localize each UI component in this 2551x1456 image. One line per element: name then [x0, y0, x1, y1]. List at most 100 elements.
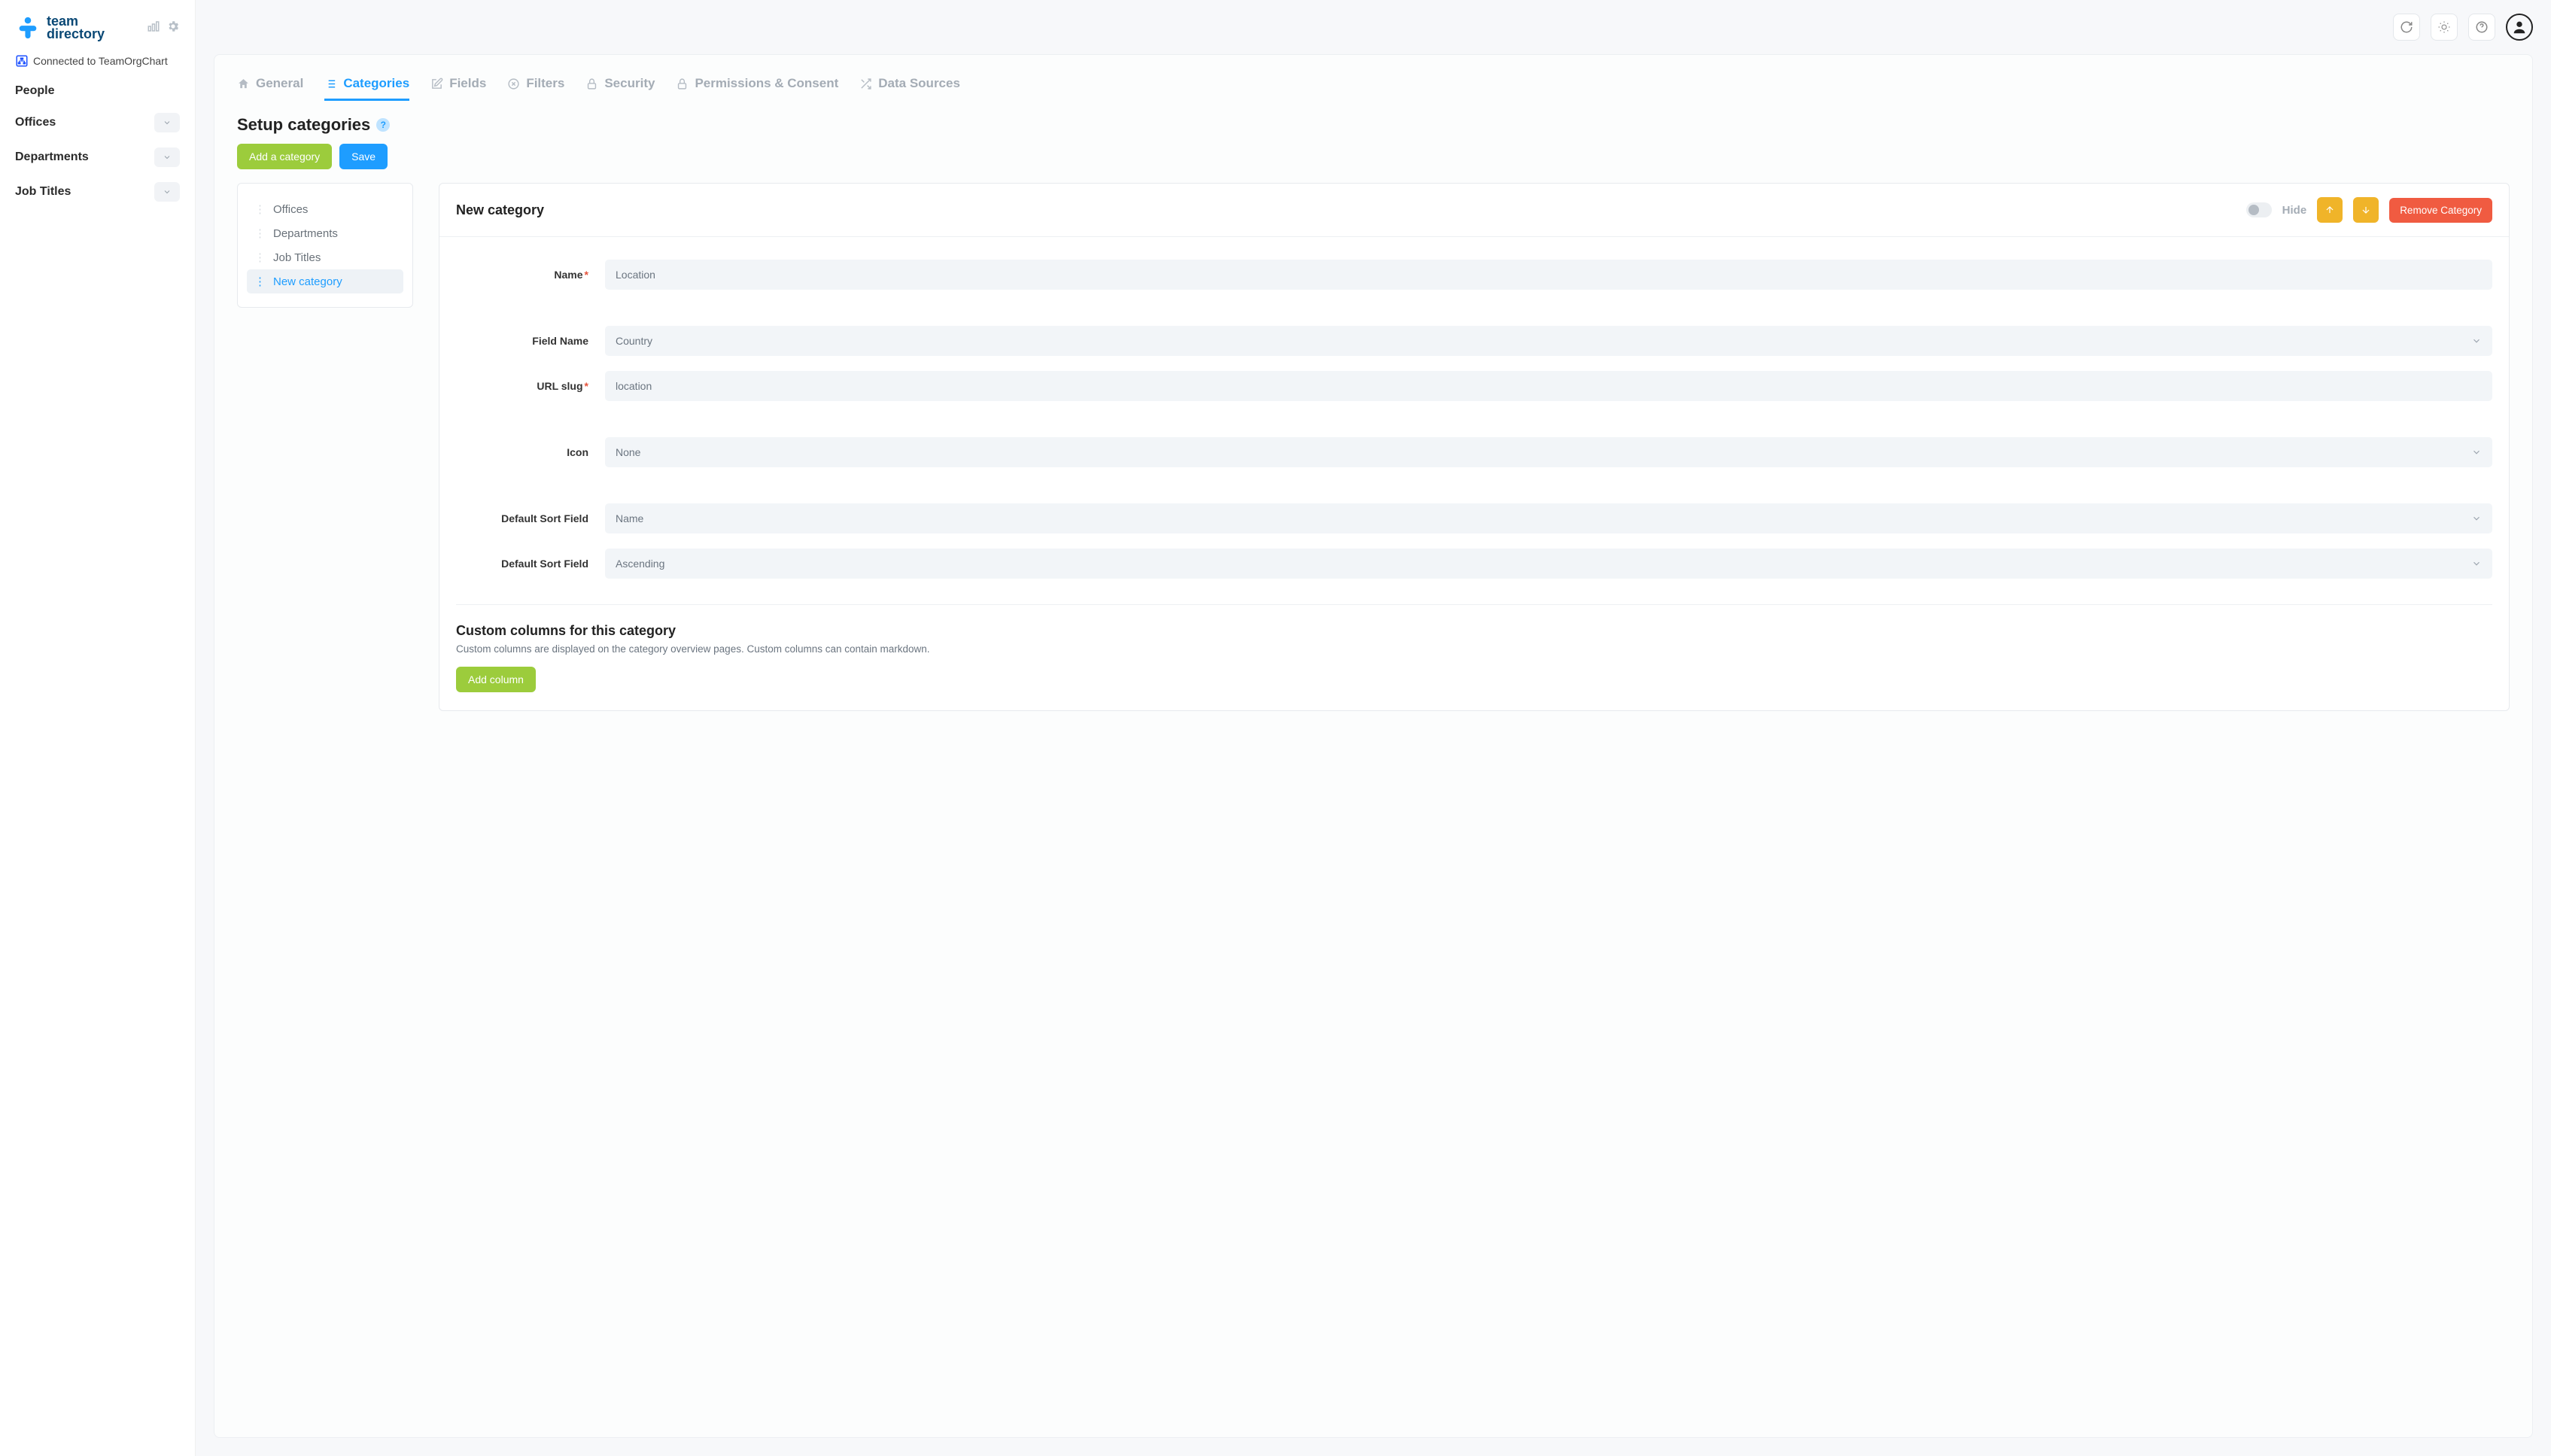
sort-dir-select[interactable]: Ascending — [605, 549, 2492, 579]
avatar-button[interactable] — [2506, 14, 2533, 41]
grip-icon: ⋮ — [254, 251, 266, 264]
tab-label: Fields — [449, 76, 486, 91]
gear-icon[interactable] — [166, 20, 180, 37]
lock-icon — [676, 78, 689, 90]
home-icon — [237, 78, 250, 90]
brand-name: team directory — [47, 15, 105, 41]
chevron-down-icon — [2471, 336, 2482, 346]
sidebar-item-job-titles[interactable]: Job Titles — [15, 176, 180, 208]
category-item-label: Departments — [273, 227, 338, 240]
tab-label: Permissions & Consent — [695, 76, 838, 91]
icon-select[interactable]: None — [605, 437, 2492, 467]
tab-label: Filters — [526, 76, 564, 91]
select-value: Ascending — [616, 558, 664, 570]
fieldname-select[interactable]: Country — [605, 326, 2492, 356]
select-value: Name — [616, 512, 643, 524]
remove-category-button[interactable]: Remove Category — [2389, 198, 2492, 223]
select-value: Country — [616, 335, 652, 347]
sort-field-select[interactable]: Name — [605, 503, 2492, 533]
tab-categories[interactable]: Categories — [324, 73, 409, 101]
save-button[interactable]: Save — [339, 144, 388, 169]
category-item-label: Offices — [273, 203, 308, 216]
category-item-job-titles[interactable]: ⋮ Job Titles — [247, 245, 403, 269]
shuffle-icon — [859, 78, 872, 90]
sidebar-item-departments[interactable]: Departments — [15, 141, 180, 173]
chevron-down-icon — [2471, 558, 2482, 569]
category-item-label: New category — [273, 275, 342, 288]
add-column-button[interactable]: Add column — [456, 667, 536, 692]
tab-label: Data Sources — [878, 76, 960, 91]
help-icon[interactable]: ? — [376, 118, 390, 132]
orgchart-icon — [15, 54, 29, 68]
grip-icon: ⋮ — [254, 275, 266, 288]
hide-toggle[interactable] — [2246, 202, 2272, 217]
sidebar-item-label: Departments — [15, 150, 89, 164]
move-up-button[interactable] — [2317, 197, 2343, 223]
tab-filters[interactable]: Filters — [507, 73, 564, 101]
url-slug-input[interactable] — [605, 371, 2492, 401]
sidebar-item-label: Job Titles — [15, 185, 71, 199]
chevron-down-icon — [2471, 447, 2482, 457]
sort-field-label: Default Sort Field — [456, 512, 588, 524]
grip-icon: ⋮ — [254, 202, 266, 216]
sidebar-item-offices[interactable]: Offices — [15, 107, 180, 138]
form-header: New category Hide Remove Category — [439, 184, 2509, 237]
category-item-offices[interactable]: ⋮ Offices — [247, 197, 403, 221]
category-list: ⋮ Offices ⋮ Departments ⋮ Job Titles ⋮ New c… — [237, 183, 413, 308]
sidebar-item-people[interactable]: People — [15, 78, 180, 104]
sidebar-item-label: People — [15, 84, 54, 98]
tab-permissions[interactable]: Permissions & Consent — [676, 73, 838, 101]
brand-logo-icon — [15, 15, 41, 41]
tab-general[interactable]: General — [237, 73, 303, 101]
edit-icon — [430, 78, 443, 90]
list-icon — [324, 78, 337, 90]
form-title: New category — [456, 202, 544, 218]
name-label: Name* — [456, 269, 588, 281]
logo-row: team directory — [0, 15, 195, 54]
x-circle-icon — [507, 78, 520, 90]
page-heading: Setup categories ? — [237, 115, 2510, 135]
tab-label: Categories — [343, 76, 409, 91]
chevron-down-icon[interactable] — [154, 182, 180, 202]
page-title: Setup categories — [237, 115, 370, 135]
category-form: New category Hide Remove Category Name* — [439, 183, 2510, 711]
sidebar-nav: People Offices Departments Job Titles — [0, 78, 195, 211]
sort-dir-label: Default Sort Field — [456, 558, 588, 570]
tab-fields[interactable]: Fields — [430, 73, 486, 101]
select-value: None — [616, 446, 640, 458]
topbar — [196, 0, 2551, 54]
custom-cols-desc: Custom columns are displayed on the cate… — [456, 643, 2492, 655]
chevron-down-icon[interactable] — [154, 147, 180, 167]
connected-label: Connected to TeamOrgChart — [33, 55, 168, 67]
brand-logo[interactable]: team directory — [15, 15, 105, 41]
theme-button[interactable] — [2431, 14, 2458, 41]
tab-label: General — [256, 76, 303, 91]
stats-icon[interactable] — [147, 20, 160, 37]
add-category-button[interactable]: Add a category — [237, 144, 332, 169]
content-panel: General Categories Fields Filters Securi… — [214, 54, 2533, 1438]
url-slug-label: URL slug* — [456, 380, 588, 392]
lock-icon — [585, 78, 598, 90]
hide-label: Hide — [2282, 204, 2307, 217]
fieldname-label: Field Name — [456, 335, 588, 347]
tab-label: Security — [604, 76, 655, 91]
custom-columns-section: Custom columns for this category Custom … — [456, 604, 2492, 692]
tab-data-sources[interactable]: Data Sources — [859, 73, 960, 101]
chevron-down-icon[interactable] — [154, 113, 180, 132]
help-button[interactable] — [2468, 14, 2495, 41]
custom-cols-title: Custom columns for this category — [456, 623, 2492, 639]
settings-tabs: General Categories Fields Filters Securi… — [237, 73, 2510, 102]
sidebar: team directory Connected to TeamOrgChart… — [0, 0, 196, 1456]
tab-security[interactable]: Security — [585, 73, 655, 101]
sidebar-item-label: Offices — [15, 116, 56, 129]
name-input[interactable] — [605, 260, 2492, 290]
chevron-down-icon — [2471, 513, 2482, 524]
category-item-departments[interactable]: ⋮ Departments — [247, 221, 403, 245]
move-down-button[interactable] — [2353, 197, 2379, 223]
icon-label: Icon — [456, 446, 588, 458]
category-item-label: Job Titles — [273, 251, 321, 264]
grip-icon: ⋮ — [254, 226, 266, 240]
refresh-button[interactable] — [2393, 14, 2420, 41]
connected-status: Connected to TeamOrgChart — [0, 54, 195, 78]
category-item-new[interactable]: ⋮ New category — [247, 269, 403, 293]
